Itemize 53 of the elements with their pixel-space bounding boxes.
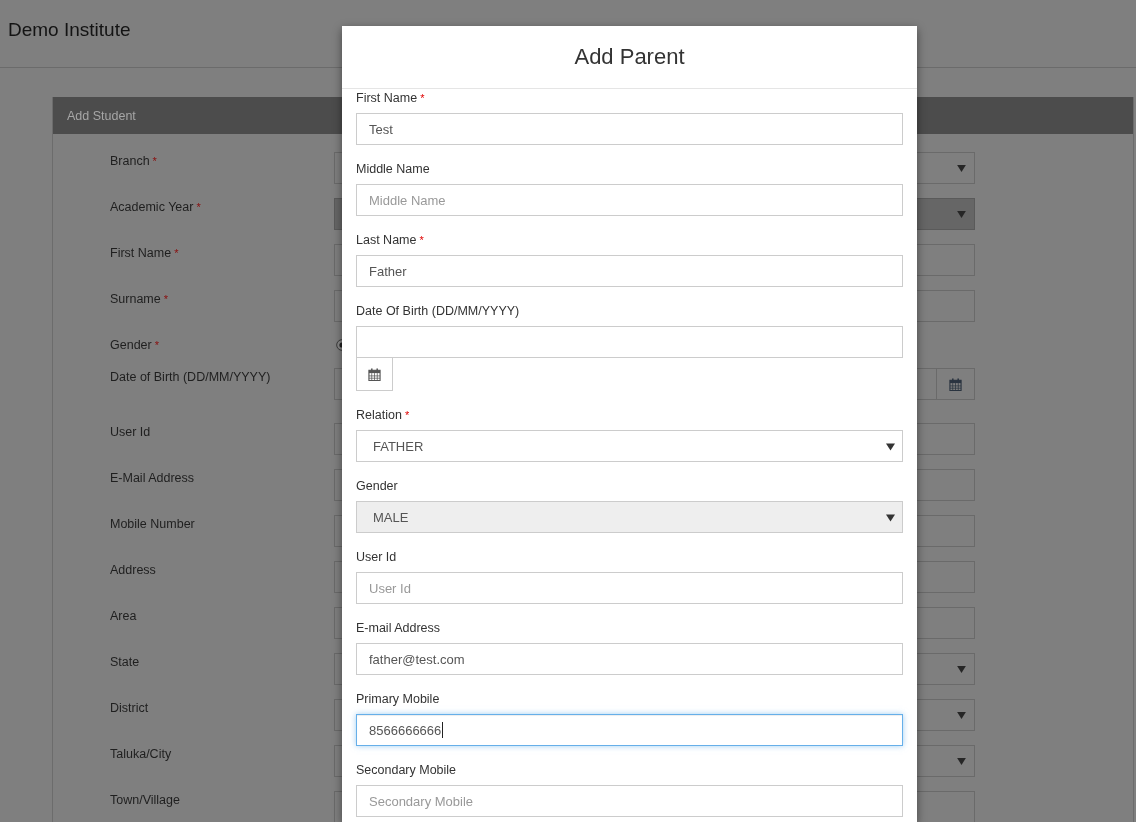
- required-mark: *: [420, 92, 425, 104]
- field-label: State: [110, 655, 140, 669]
- field-label: Mobile Number: [110, 517, 195, 531]
- field-label: Secondary Mobile: [356, 763, 457, 777]
- calendar-button[interactable]: [937, 368, 975, 400]
- dropdown[interactable]: FATHER: [356, 430, 903, 462]
- caret-icon: [886, 514, 895, 522]
- text-cursor: [442, 722, 444, 738]
- field-label: First Name: [110, 246, 172, 260]
- field-label: Gender: [110, 338, 152, 352]
- institute-name: Demo Institute: [8, 19, 131, 40]
- field-label: Surname: [110, 292, 161, 306]
- calendar-icon: [949, 377, 962, 391]
- required-mark: *: [404, 409, 410, 421]
- required-mark: *: [174, 247, 179, 259]
- field-label: Address: [110, 563, 156, 577]
- caret-icon: [886, 443, 895, 451]
- field-label: Date of Birth (DD/MM/YYYY): [110, 370, 271, 384]
- field-label: Date Of Birth (DD/MM/YYYY): [356, 304, 520, 318]
- required-mark: *: [154, 339, 159, 351]
- field-label: Gender: [356, 479, 398, 493]
- required-mark: *: [152, 155, 157, 167]
- caret-icon: [957, 165, 966, 172]
- field-label: User Id: [356, 550, 397, 564]
- input-field[interactable]: Father: [356, 255, 903, 287]
- field-label: District: [110, 701, 149, 715]
- field-label: First Name: [356, 91, 418, 105]
- field-label: Last Name: [356, 233, 417, 247]
- caret-icon: [957, 758, 966, 765]
- calendar-icon: [368, 367, 381, 381]
- field-label: Taluka/City: [110, 747, 172, 761]
- input-field[interactable]: father@test.com: [356, 643, 903, 675]
- caret-icon: [957, 211, 966, 218]
- field-label: Town/Village: [110, 793, 180, 807]
- field-label: Area: [110, 609, 137, 623]
- caret-icon: [957, 712, 966, 719]
- field-label: E-Mail Address: [110, 471, 195, 485]
- field-label: Primary Mobile: [356, 692, 440, 706]
- required-mark: *: [196, 201, 201, 213]
- required-mark: *: [163, 293, 168, 305]
- input-field[interactable]: Test: [356, 113, 903, 145]
- input-field[interactable]: 8566666666: [356, 714, 903, 746]
- field-label: Academic Year: [110, 200, 194, 214]
- caret-icon: [957, 666, 966, 673]
- required-mark: *: [419, 234, 424, 246]
- field-label: E-mail Address: [356, 621, 441, 635]
- field-label: Relation: [356, 408, 402, 422]
- panel-title: Add Student: [67, 108, 136, 123]
- field-label: Branch: [110, 154, 150, 168]
- field-label: Middle Name: [356, 162, 430, 176]
- dialog-title: Add Parent: [574, 44, 685, 70]
- date-input-field[interactable]: [356, 326, 903, 358]
- field-label: User Id: [110, 425, 151, 439]
